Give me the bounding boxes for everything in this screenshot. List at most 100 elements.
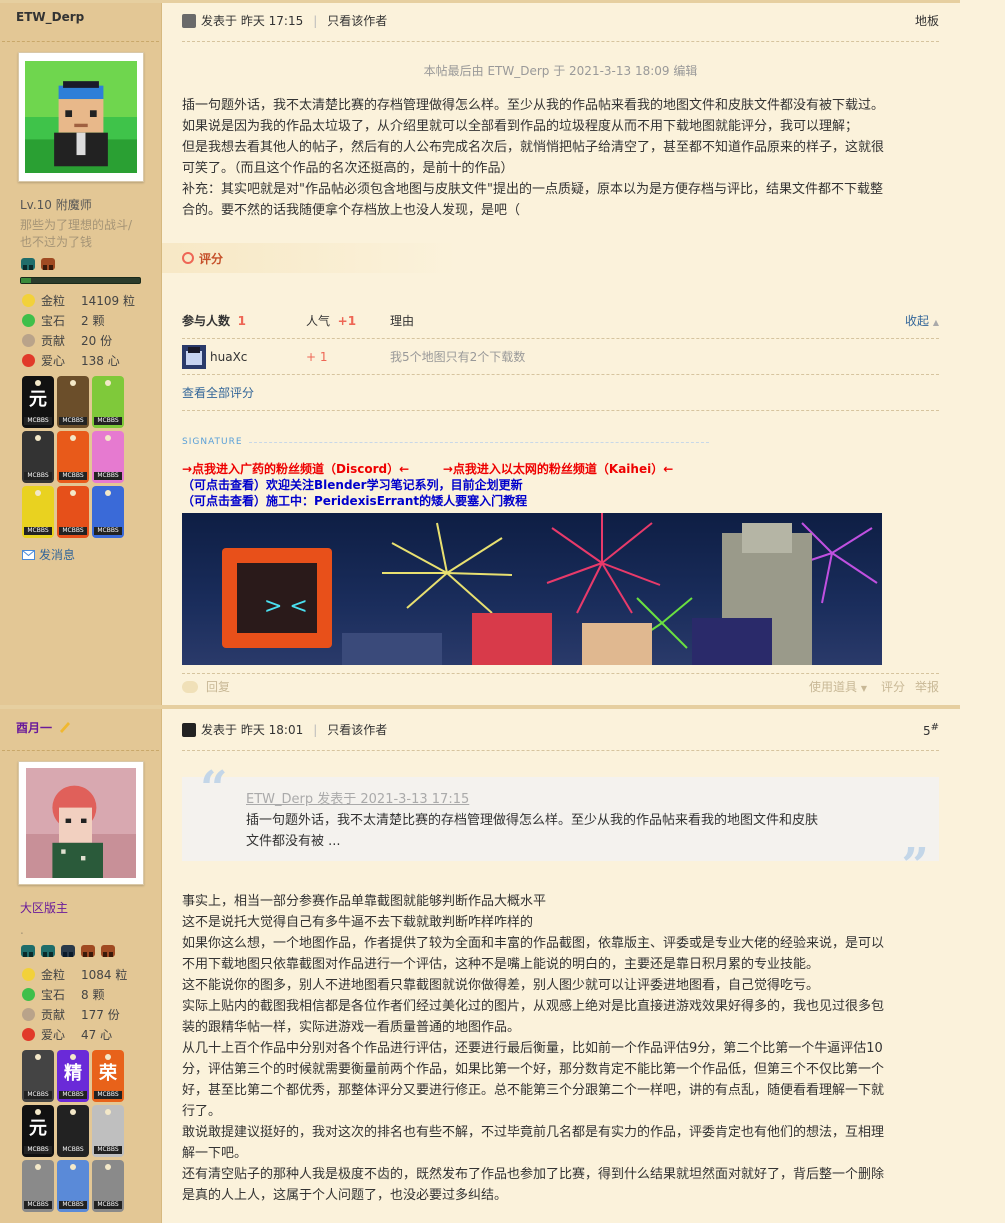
badge-tag: MCBBS (59, 1146, 87, 1154)
medal-badge[interactable]: 精 MCBBS (57, 1050, 89, 1102)
badge-hole (105, 1164, 111, 1170)
badge-tag: MCBBS (59, 417, 87, 425)
badge-tag: MCBBS (24, 417, 52, 425)
medal-badge[interactable]: 荣 MCBBS (92, 1050, 124, 1102)
signature-block: →点我进入广药的粉丝频道（Discord）← →点我进入以太网的粉丝频道（Kai… (182, 461, 939, 509)
author-name[interactable]: ETW_Derp (2, 0, 159, 42)
signature-divider: SIGNATURE (182, 437, 939, 447)
medal-badge[interactable]: MCBBS (22, 431, 54, 483)
reply-button[interactable]: 回复 (206, 678, 230, 695)
medal-row (0, 938, 161, 958)
user-level: Lv.10 附魔师 (20, 198, 92, 212)
medal-badge[interactable]: MCBBS (92, 1105, 124, 1157)
send-message-link[interactable]: 发消息 (0, 538, 161, 571)
stat-contribution: 贡献 177 份 (22, 1004, 141, 1024)
badge-tag: MCBBS (59, 472, 87, 480)
medal-badge[interactable]: MCBBS (22, 1050, 54, 1102)
badge-hole (35, 1054, 41, 1060)
collapse-rating-link[interactable]: 收起 ▲ (905, 312, 939, 329)
medal-badge[interactable]: MCBBS (57, 486, 89, 538)
post-1: ETW_Derp Lv.10 附魔师 那些为了理想的战斗/也不过为了钱 金粒 1… (0, 0, 1005, 705)
rating-section-title: 评分 (162, 243, 457, 273)
dwarf-fortress-link[interactable]: （可点击查看）施工中：PeridexisErrant的矮人要塞入门教程 (182, 494, 527, 508)
signature-banner-image[interactable]: > < (182, 513, 882, 665)
rate-button[interactable]: 评分 (881, 678, 905, 695)
medal-icon[interactable] (80, 944, 96, 958)
apple-icon (22, 353, 35, 367)
post-2: 酉月一 大区版主 . 金粒 1084 粒 宝石 8 颗 贡献 177 份 爱心 … (0, 709, 1005, 1223)
quote-block: “ ETW_Derp 发表于 2021-3-13 17:15 插一句题外话，我不… (182, 765, 939, 890)
badge-tag: MCBBS (94, 527, 122, 535)
badge-tag: MCBBS (94, 1201, 122, 1209)
medal-icon[interactable] (40, 257, 56, 271)
badge-tag: MCBBS (94, 472, 122, 480)
badge-hole (105, 380, 111, 386)
discord-link[interactable]: →点我进入广药的粉丝频道（Discord）← (182, 462, 409, 476)
use-item-button[interactable]: 使用道具 ▼ (809, 678, 867, 695)
stat-love: 爱心 138 心 (22, 350, 141, 370)
author-name[interactable]: 酉月一 (2, 709, 159, 751)
only-author-link[interactable]: 只看该作者 (327, 721, 387, 738)
badge-hole (105, 1109, 111, 1115)
rater-avatar[interactable] (182, 344, 206, 369)
medal-badge[interactable]: MCBBS (92, 486, 124, 538)
user-stats: 金粒 1084 粒 宝石 8 颗 贡献 177 份 爱心 47 心 (0, 958, 161, 1044)
report-button[interactable]: 举报 (915, 678, 939, 695)
quote-source-link[interactable]: ETW_Derp 发表于 2021-3-13 17:15 (246, 792, 469, 807)
pencil-icon (60, 722, 71, 733)
medal-badge[interactable]: 元 MCBBS (22, 376, 54, 428)
author-sidebar: 酉月一 大区版主 . 金粒 1084 粒 宝石 8 颗 贡献 177 份 爱心 … (0, 709, 162, 1223)
svg-text:> <: > < (264, 594, 308, 619)
medal-icon[interactable] (100, 944, 116, 958)
post-header: 发表于 昨天 17:15 | 只看该作者 地板 (182, 0, 939, 42)
badge-hole (35, 435, 41, 441)
medal-icon[interactable] (40, 944, 56, 958)
medal-badge[interactable]: MCBBS (57, 431, 89, 483)
rater-name[interactable]: huaXc (210, 350, 247, 364)
medal-icon[interactable] (20, 257, 36, 271)
view-all-ratings-link[interactable]: 查看全部评分 (182, 384, 254, 401)
user-signature-text: 那些为了理想的战斗/也不过为了钱 (20, 218, 133, 249)
blender-notes-link[interactable]: （可点击查看）欢迎关注Blender学习笔记系列，目前企划更新 (182, 478, 523, 492)
stat-gold: 金粒 14109 粒 (22, 290, 141, 310)
post-time: 昨天 17:15 (240, 14, 304, 28)
reply-icon (182, 680, 198, 693)
emerald-icon (22, 987, 35, 1001)
badge-hole (35, 380, 41, 386)
floor-number[interactable]: 5# (923, 722, 939, 738)
badge-hole (70, 380, 76, 386)
post-status-icon (182, 13, 196, 28)
avatar[interactable] (17, 761, 144, 885)
rating-header-row: 参与人数 1 人气 +1 理由 收起 ▲ (182, 303, 939, 339)
badge-hole (70, 1054, 76, 1060)
floor-label[interactable]: 地板 (915, 12, 939, 29)
medal-badge[interactable]: 元 MCBBS (22, 1105, 54, 1157)
badge-tag: MCBBS (94, 1091, 122, 1099)
user-stats: 金粒 14109 粒 宝石 2 颗 贡献 20 份 爱心 138 心 (0, 284, 161, 370)
close-quote-icon: ” (901, 838, 929, 894)
medal-badge[interactable]: MCBBS (22, 1160, 54, 1212)
apple-icon (22, 1027, 35, 1041)
user-level: 大区版主 (20, 901, 69, 915)
fireworks-illustration: > < (222, 513, 878, 665)
kaihei-link[interactable]: →点我进入以太网的粉丝频道（Kaihei）← (443, 462, 673, 476)
medal-badge[interactable]: MCBBS (57, 1105, 89, 1157)
medal-badge[interactable]: MCBBS (57, 376, 89, 428)
medal-icon[interactable] (60, 944, 76, 958)
medal-badge[interactable]: MCBBS (92, 1160, 124, 1212)
medal-badge[interactable]: MCBBS (57, 1160, 89, 1212)
medal-icon[interactable] (20, 944, 36, 958)
medal-badge[interactable]: MCBBS (92, 376, 124, 428)
badge-glyph: 荣 (99, 1063, 117, 1084)
avatar[interactable] (17, 52, 144, 182)
stat-love: 爱心 47 心 (22, 1024, 141, 1044)
contribution-icon (22, 1007, 35, 1021)
medal-badge[interactable]: MCBBS (92, 431, 124, 483)
badge-hole (70, 490, 76, 496)
medal-badge[interactable]: MCBBS (22, 486, 54, 538)
post-status-icon (182, 722, 196, 737)
badge-hole (70, 1164, 76, 1170)
badge-hole (105, 435, 111, 441)
stat-gem: 宝石 2 颗 (22, 310, 141, 330)
only-author-link[interactable]: 只看该作者 (327, 12, 387, 29)
